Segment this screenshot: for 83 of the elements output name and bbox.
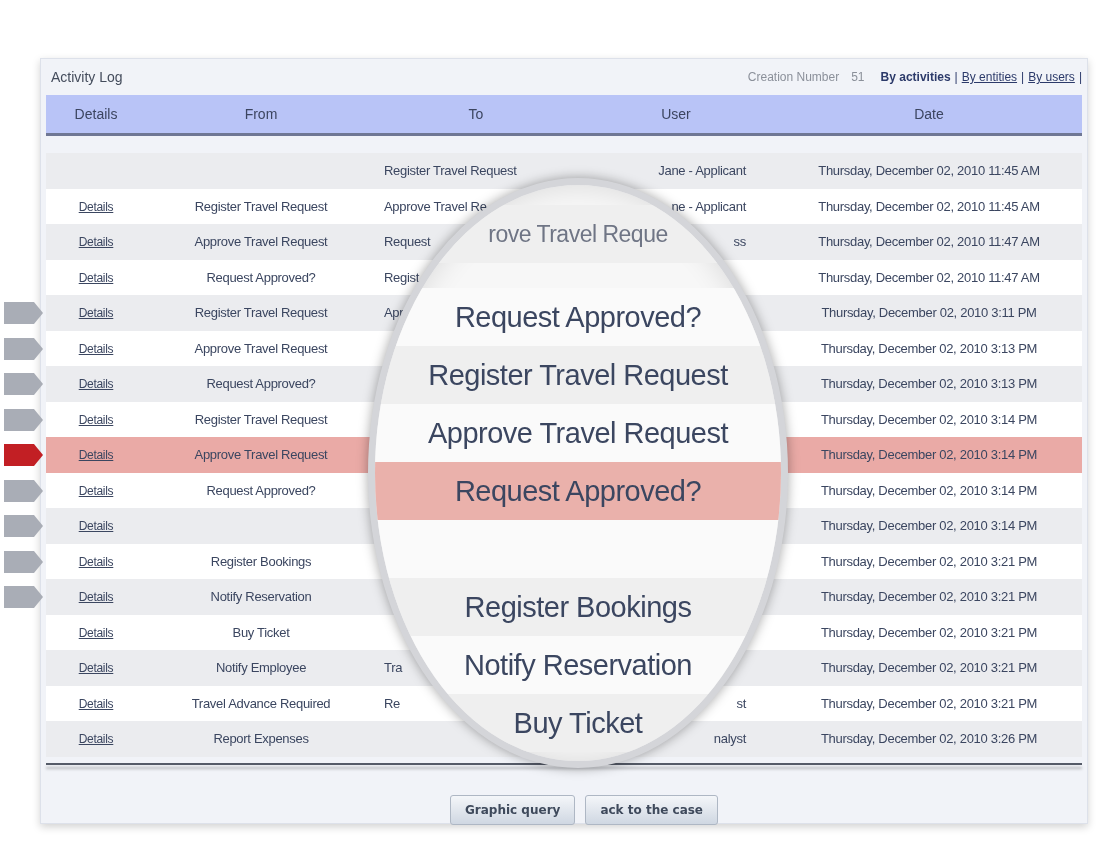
- column-header: User: [660, 106, 692, 122]
- table-cell: Register Bookings: [210, 553, 312, 569]
- table-cell: Request Approved?: [206, 269, 316, 285]
- view-link[interactable]: By users: [1028, 70, 1075, 84]
- table-cell: Approve Travel Request: [194, 447, 328, 463]
- table-cell: ne - Applicant: [671, 198, 746, 214]
- table-cell: Re: [384, 695, 401, 711]
- creation-number-label: Creation Number: [747, 70, 840, 84]
- action-button[interactable]: Graphic query: [449, 794, 576, 825]
- details-link[interactable]: Details: [78, 732, 114, 747]
- page-title: Activity Log: [51, 69, 123, 85]
- magnified-text: Approve Travel Request: [427, 416, 729, 450]
- table-cell: Thursday, December 02, 2010 3:14 PM: [820, 447, 1038, 463]
- table-cell: Request: [384, 234, 431, 250]
- table-cell: Register Travel Request: [194, 198, 328, 214]
- details-link[interactable]: Details: [78, 483, 114, 498]
- magnified-text: rove Travel Reque: [488, 220, 668, 248]
- details-link[interactable]: Details: [78, 235, 114, 250]
- table-cell: Thursday, December 02, 2010 3:14 PM: [820, 518, 1038, 534]
- creation-number-value: 51: [851, 70, 865, 84]
- action-button[interactable]: ack to the case: [585, 794, 718, 825]
- table-cell: Thursday, December 02, 2010 11:47 AM: [818, 269, 1040, 285]
- view-link[interactable]: By activities: [880, 70, 951, 84]
- table-cell: Thursday, December 02, 2010 3:21 PM: [820, 589, 1038, 605]
- details-link[interactable]: Details: [78, 696, 114, 711]
- table-cell: Thursday, December 02, 2010 3:26 PM: [820, 731, 1038, 747]
- table-cell: Notify Reservation: [210, 589, 312, 605]
- details-link[interactable]: Details: [78, 519, 114, 534]
- table-cell: Thursday, December 02, 2010 11:47 AM: [818, 234, 1040, 250]
- view-link[interactable]: By entities: [961, 70, 1018, 84]
- table-cell: Tra: [384, 660, 403, 676]
- table-cell: ss: [733, 234, 746, 250]
- table-cell: Thursday, December 02, 2010 3:14 PM: [820, 482, 1038, 498]
- table-cell: Notify Employee: [215, 660, 307, 676]
- table-cell: Travel Advance Required: [191, 695, 331, 711]
- table-cell: st: [736, 695, 746, 711]
- magnified-text: Request Approved?: [454, 300, 702, 334]
- details-link[interactable]: Details: [78, 590, 114, 605]
- table-cell: Jane - Applicant: [658, 163, 746, 179]
- table-cell: Report Expenses: [213, 731, 309, 747]
- column-header: To: [467, 106, 485, 122]
- details-link[interactable]: Details: [78, 412, 114, 427]
- link-separator: |: [954, 70, 958, 84]
- details-link[interactable]: Details: [78, 341, 114, 356]
- magnified-text: Buy Ticket: [513, 706, 643, 740]
- table-cell: Approve Travel Request: [194, 340, 328, 356]
- table-cell: Register Travel Request: [194, 411, 328, 427]
- details-link[interactable]: Details: [78, 270, 114, 285]
- magnified-text: Register Bookings: [464, 590, 692, 624]
- details-link[interactable]: Details: [78, 306, 114, 321]
- details-link[interactable]: Details: [78, 554, 114, 569]
- details-link[interactable]: Details: [78, 377, 114, 392]
- table-cell: Thursday, December 02, 2010 11:45 AM: [818, 163, 1040, 179]
- table-cell: nalyst: [713, 731, 746, 747]
- table-cell: Thursday, December 02, 2010 3:11 PM: [821, 305, 1037, 321]
- table-cell: Thursday, December 02, 2010 11:45 AM: [818, 198, 1040, 214]
- table-cell: Thursday, December 02, 2010 3:13 PM: [820, 376, 1038, 392]
- table-cell: Buy Ticket: [232, 624, 290, 640]
- link-separator: |: [1021, 70, 1025, 84]
- table-cell: Thursday, December 02, 2010 3:21 PM: [820, 660, 1038, 676]
- column-header: From: [243, 106, 279, 122]
- table-cell: Thursday, December 02, 2010 3:21 PM: [820, 695, 1038, 711]
- table-cell: Register Travel Request: [194, 305, 328, 321]
- column-header: Details: [73, 106, 119, 122]
- table-cell: Regist: [384, 269, 420, 285]
- table-cell: Apr: [384, 305, 404, 321]
- magnified-text: Notify Reservation: [464, 648, 692, 682]
- details-link[interactable]: Details: [78, 661, 114, 676]
- link-separator: |: [1078, 70, 1082, 84]
- magnified-text: Register Travel Request: [428, 358, 728, 392]
- table-cell: Approve Travel Request: [194, 234, 328, 250]
- table-cell: Request Approved?: [206, 482, 316, 498]
- table-cell: Request Approved?: [206, 376, 316, 392]
- details-link[interactable]: Details: [78, 199, 114, 214]
- table-cell: Thursday, December 02, 2010 3:21 PM: [820, 624, 1038, 640]
- table-cell: Thursday, December 02, 2010 3:21 PM: [820, 553, 1038, 569]
- table-cell: Thursday, December 02, 2010 3:14 PM: [820, 411, 1038, 427]
- column-header: Date: [913, 106, 945, 122]
- details-link[interactable]: Details: [78, 448, 114, 463]
- table-cell: Register Travel Request: [384, 163, 517, 179]
- table-cell: Thursday, December 02, 2010 3:13 PM: [820, 340, 1038, 356]
- details-link[interactable]: Details: [78, 625, 114, 640]
- magnified-text: Request Approved?: [454, 474, 702, 508]
